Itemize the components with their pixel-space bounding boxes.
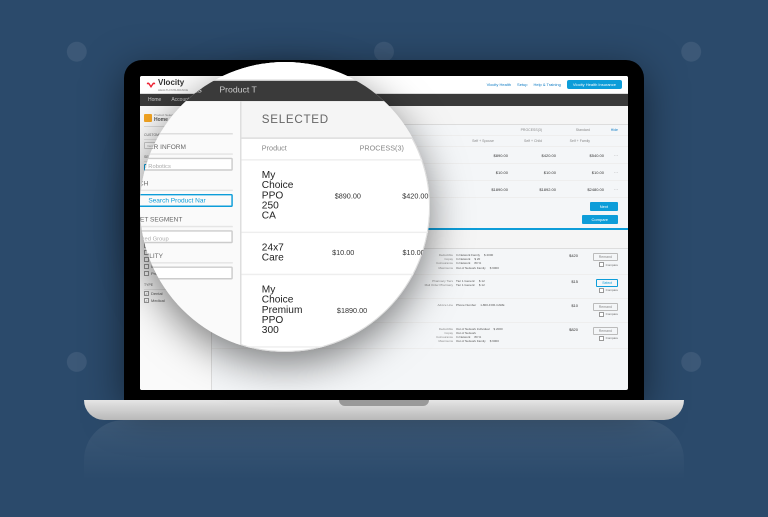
topnav-link[interactable]: Setup	[517, 82, 527, 87]
price-cell: $540.00	[428, 192, 430, 201]
product-name: My Choice Premium PPO 300	[262, 285, 303, 336]
row-action-button[interactable]: Select	[596, 279, 618, 287]
customer-field[interactable]: Vantage Robotics	[140, 158, 233, 171]
vlocity-logo-icon	[140, 62, 143, 74]
price-cell: $420.00	[361, 192, 429, 201]
price-cell: $890.00	[460, 153, 508, 158]
price-cell: $10.00	[354, 249, 424, 258]
price-cell: $10.00	[425, 249, 430, 258]
col-product: Product	[262, 145, 335, 154]
price-cell: $1890.00	[460, 187, 508, 192]
product-price: $15	[548, 279, 578, 294]
price-cell: $540.00	[556, 153, 604, 158]
compare-checkbox[interactable]: Compare	[599, 262, 618, 267]
sidebar-home-value: Home	[140, 119, 170, 129]
product-details: Advice LinePhone Number1-800-FOR-CARE	[418, 303, 548, 318]
price-head-2: Self + Child	[494, 139, 542, 143]
product-details: DeductibleIn Network Family$ 2000CopayIn…	[418, 253, 548, 270]
tab-accounts[interactable]: Accounts	[166, 87, 202, 96]
row-action-icon[interactable]: ⋯	[604, 187, 618, 192]
col-proc: PROCESS(3)	[334, 145, 404, 154]
next-button[interactable]: Next	[590, 202, 618, 211]
availability-select[interactable]: CA	[140, 266, 233, 279]
col-proc: PROCESS(3)	[494, 128, 542, 132]
row-action-icon[interactable]: ⋯	[604, 153, 618, 158]
row-action-icon[interactable]: ⋯	[604, 170, 618, 175]
compare-button[interactable]: Compare	[582, 215, 618, 224]
hide-link[interactable]: Hide	[611, 128, 618, 132]
product-details: Pharmacy TiersTier 1 Generic$ 12Mail Ord…	[418, 279, 548, 294]
row-action-button[interactable]: Remand	[593, 253, 618, 261]
market-segment-select[interactable]: Mid Sized Group	[140, 230, 233, 243]
product-price: $820	[548, 327, 578, 344]
price-cell: $1890.00	[302, 306, 367, 315]
topnav-link[interactable]: Vlocity Health	[487, 82, 511, 87]
sidebar-availability-title: Availability	[140, 249, 233, 263]
col-standard: Standard	[404, 145, 430, 154]
compare-checkbox[interactable]: Compare	[599, 312, 618, 317]
reflection	[84, 420, 684, 480]
selected-row[interactable]: My Choice PPO 250 CA$890.00$420.00$540.0…	[242, 161, 431, 234]
tab-home[interactable]: Home	[140, 87, 149, 96]
product-name: 24x7 Care	[262, 243, 284, 263]
tab-product[interactable]: Product T	[219, 87, 257, 96]
price-cell: $420.00	[508, 153, 556, 158]
topnav-link[interactable]: Help & Training	[534, 82, 561, 87]
brand-tagline: HEALTH INSURANCE	[146, 71, 204, 78]
tenant-picker[interactable]: Vlocity Health Insurance	[567, 80, 622, 89]
sidebar-marketsegment-title: Market Segment	[140, 213, 233, 228]
price-cell: $1892.00	[367, 306, 430, 315]
sidebar-customer-title: CUSTOMER INFORM	[140, 140, 233, 155]
selected-row[interactable]: My Choice Premium PPO 300$1890.00$1892.0…	[242, 275, 431, 348]
product-details: DeductibleOut of Network Individual$ 200…	[418, 327, 548, 344]
topbar-right: Vlocity Health Setup Help & Training Vlo…	[487, 80, 622, 89]
col-standard: Standard	[542, 128, 590, 132]
price-cell: $2480.00	[556, 187, 604, 192]
product-price: $420	[548, 253, 578, 270]
sidebar-search-title: Search	[140, 177, 233, 192]
compare-checkbox[interactable]: Compare	[599, 288, 618, 293]
price-head-1: Self + Spouse	[446, 139, 494, 143]
price-cell: $1892.00	[508, 187, 556, 192]
price-cell: $10.00	[460, 170, 508, 175]
selected-row[interactable]: 24x7 Care$10.00$10.00$10.00⋯	[242, 233, 431, 275]
compare-checkbox[interactable]: Compare	[599, 336, 618, 341]
price-cell: $10.00	[284, 249, 354, 258]
price-cell: $10.00	[508, 170, 556, 175]
product-price: $10	[548, 303, 578, 318]
product-name: My Choice PPO 250 CA	[262, 171, 294, 222]
laptop-base	[84, 400, 684, 420]
brand-name: Vlocity	[146, 62, 204, 70]
price-cell: $10.00	[556, 170, 604, 175]
search-input[interactable]: Search Product Nar	[140, 194, 233, 207]
magnifier-lens: Vlocity HEALTH INSURANCE Home Accounts P…	[140, 62, 430, 352]
price-cell: $890.00	[293, 192, 361, 201]
row-action-button[interactable]: Remand	[593, 327, 618, 335]
selected-panel-title: SELECTED	[242, 101, 431, 139]
price-head-3: Self + Family	[542, 139, 590, 143]
row-action-button[interactable]: Remand	[593, 303, 618, 311]
